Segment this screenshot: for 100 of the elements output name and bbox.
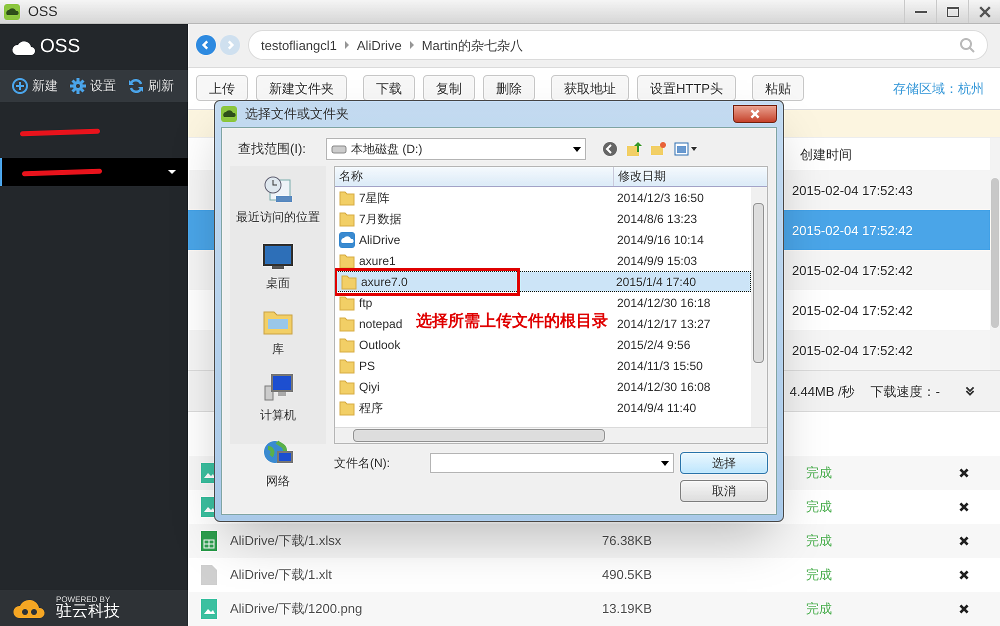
modified-date: 2014/9/9 15:03 [617, 254, 698, 268]
file-list-item[interactable]: AliDrive [335, 230, 404, 248]
modified-date: 2014/12/30 16:18 [617, 296, 710, 310]
dropdown-caret-icon[interactable] [168, 170, 176, 174]
modified-date: 2014/9/4 11:40 [617, 400, 696, 414]
image-file-icon [201, 599, 217, 619]
place-shortcut[interactable]: 桌面 [262, 240, 294, 292]
transfer-path: AliDrive/下载/1200.png [230, 601, 362, 616]
folder-icon [339, 252, 355, 268]
file-list-item[interactable]: PS [335, 356, 380, 374]
column-header: 创建时间 [800, 146, 853, 164]
column-header[interactable]: 名称 [335, 167, 613, 186]
scrollbar[interactable] [335, 427, 767, 443]
cloud-logo-icon [221, 106, 237, 122]
chevron-icon [344, 41, 349, 50]
file-size: 13.19KB [602, 601, 652, 616]
file-list-item[interactable]: Qiyi [335, 378, 384, 396]
file-list-item[interactable]: axure1 [335, 252, 400, 270]
place-shortcut[interactable]: 库 [262, 306, 294, 358]
modified-date: 2014/12/3 16:50 [617, 190, 704, 204]
file-name-label: 文件名(N): [334, 455, 391, 472]
breadcrumb-link[interactable]: Martin的杂七杂八 [422, 36, 523, 56]
close-button[interactable] [733, 105, 777, 123]
breadcrumb-link[interactable]: AliDrive [356, 36, 402, 56]
file-size: 490.5KB [602, 567, 652, 582]
file-list-item[interactable]: ftp [335, 294, 376, 312]
toolbar-button[interactable]: 删除 [483, 75, 535, 102]
cloud-app-icon [339, 232, 355, 248]
place-shortcut[interactable]: 网络 [262, 438, 294, 490]
folder-up-icon[interactable] [626, 141, 642, 157]
file-list-item[interactable]: 7月数据 [335, 210, 406, 228]
window-title: OSS [28, 2, 58, 21]
spreadsheet-file-icon [201, 531, 217, 551]
view-menu-icon[interactable] [674, 141, 698, 157]
modified-date: 2014/11/3 15:50 [617, 358, 703, 372]
remove-button[interactable] [958, 569, 970, 581]
back-button[interactable] [196, 35, 216, 56]
scrollbar[interactable] [751, 187, 767, 427]
modified-date: 2014/9/16 10:14 [617, 232, 704, 246]
remove-button[interactable] [958, 603, 970, 615]
transfer-status: 完成 [806, 601, 832, 616]
path-bar[interactable]: testofliangcl1 AliDrive Martin的杂七杂八 [248, 30, 988, 60]
breadcrumb-link[interactable]: testofliangcl1 [261, 36, 337, 56]
toolbar-button[interactable]: 上传 [196, 75, 248, 102]
transfer-status: 完成 [806, 465, 832, 480]
remove-button[interactable] [958, 501, 970, 513]
file-list-item[interactable]: Outlook [335, 336, 404, 354]
folder-icon [339, 400, 355, 416]
toolbar-button[interactable]: 下载 [363, 75, 415, 102]
storage-region: 存储区域：杭州 [893, 80, 985, 98]
transfer-status: 完成 [806, 567, 832, 582]
toolbar-button[interactable]: 新建文件夹 [256, 75, 347, 102]
scrollbar[interactable] [990, 138, 1000, 370]
transfer-status: 完成 [806, 533, 832, 548]
caret-icon [661, 459, 669, 467]
sidebar-action[interactable]: 刷新 [128, 76, 174, 96]
plus-circle-icon [12, 78, 28, 94]
collapse-chevron-icon[interactable] [964, 385, 976, 398]
select-button[interactable]: 选择 [680, 452, 768, 474]
transfer-path: AliDrive/下载/1.xlsx [230, 533, 342, 548]
file-list-item[interactable]: notepad [335, 314, 406, 332]
transfer-path: AliDrive/下载/1.xlt [230, 567, 332, 582]
file-name-field[interactable] [430, 453, 674, 473]
cloud-logo-icon [4, 4, 20, 20]
company-name: 驻云科技 [56, 604, 120, 620]
place-shortcut[interactable]: 计算机 [260, 372, 296, 424]
toolbar-button[interactable]: 获取地址 [551, 75, 629, 102]
remove-button[interactable] [958, 535, 970, 547]
powered-by-text: POWERED BY [56, 596, 110, 604]
file-list-item[interactable]: 7星阵 [335, 188, 394, 206]
toolbar-button[interactable]: 设置HTTP头 [637, 75, 736, 102]
sidebar-action[interactable]: 新建 [12, 76, 58, 96]
drive-icon [331, 143, 347, 155]
place-shortcut[interactable]: 最近访问的位置 [236, 174, 320, 226]
dialog-title: 选择文件或文件夹 [245, 105, 349, 124]
modified-date: 2015/2/4 9:56 [617, 338, 690, 352]
column-header[interactable]: 修改日期 [613, 167, 751, 186]
transfer-status: 完成 [806, 499, 832, 514]
file-icon [201, 565, 217, 585]
bucket-item[interactable] [0, 158, 188, 186]
caret-icon [573, 145, 581, 153]
folder-icon [339, 294, 355, 310]
close-icon[interactable] [978, 6, 990, 18]
folder-icon [339, 378, 355, 394]
new-folder-icon[interactable] [650, 141, 666, 157]
upload-speed: 4.44MB /秒 [790, 382, 855, 401]
cancel-button[interactable]: 取消 [680, 480, 768, 502]
modified-date: 2014/8/6 13:23 [617, 212, 698, 226]
folder-icon [339, 190, 355, 206]
look-in-dropdown[interactable]: 本地磁盘 (D:) [326, 138, 586, 160]
settings-icon [70, 78, 86, 94]
sidebar-action[interactable]: 设置 [70, 76, 116, 96]
file-size: 76.38KB [602, 533, 652, 548]
file-list-item[interactable]: 程序 [335, 398, 387, 416]
toolbar-button[interactable]: 复制 [423, 75, 475, 102]
app-logo-text: OSS [40, 34, 80, 59]
annotation-label: 选择所需上传文件的根目录 [416, 314, 608, 330]
toolbar-button[interactable]: 粘贴 [752, 75, 804, 102]
remove-button[interactable] [958, 467, 970, 479]
folder-icon [339, 336, 355, 352]
